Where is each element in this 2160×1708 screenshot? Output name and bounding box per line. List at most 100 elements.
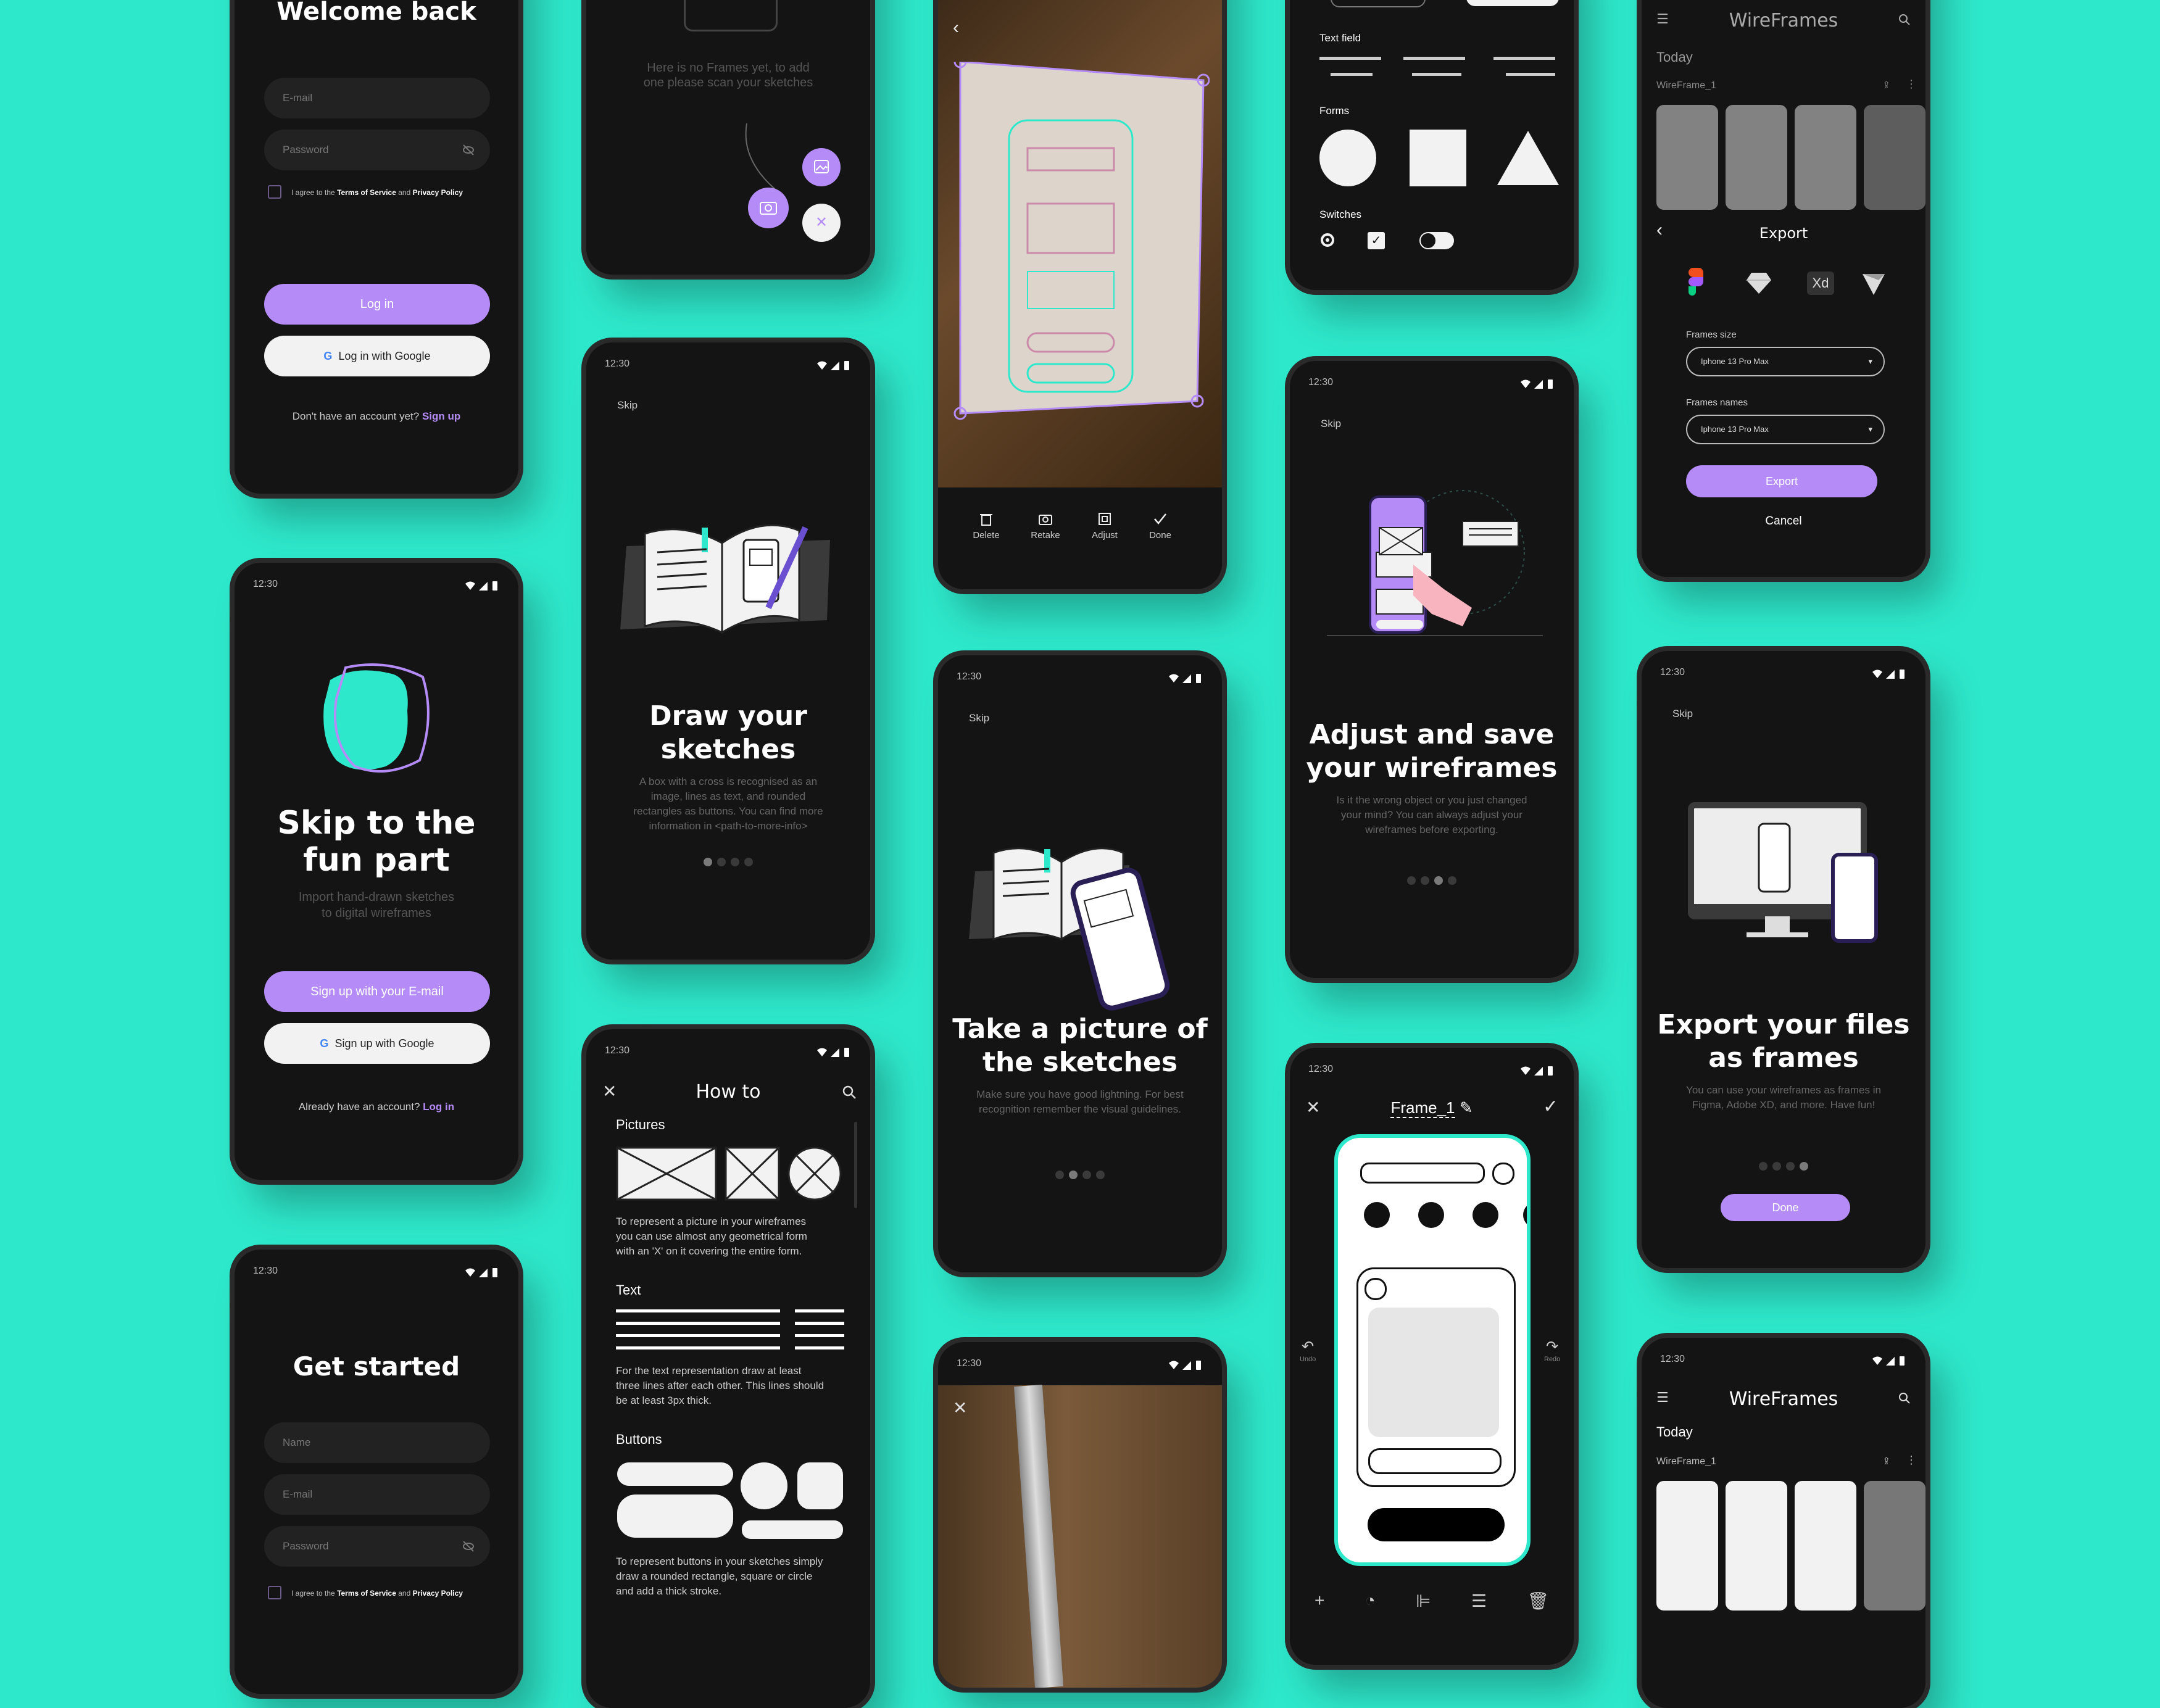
cancel-button[interactable]: Cancel xyxy=(1642,515,1925,528)
done-action[interactable]: Done xyxy=(1142,511,1179,541)
circle-shape xyxy=(1319,130,1376,186)
redo-label: Redo xyxy=(1544,1356,1561,1363)
more-icon[interactable]: ⋮ xyxy=(1906,78,1917,91)
adjust-body-3: wireframes before exporting. xyxy=(1365,824,1498,835)
canvas-card[interactable] xyxy=(1356,1267,1516,1487)
login-link[interactable]: Log in xyxy=(423,1101,454,1113)
canvas-search-bar[interactable] xyxy=(1360,1163,1485,1184)
frames-names-select[interactable]: Iphone 13 Pro Max ▾ xyxy=(1686,415,1885,444)
xd-icon[interactable]: Xd xyxy=(1807,272,1834,295)
image-icon[interactable] xyxy=(802,148,841,186)
frame-canvas[interactable] xyxy=(1334,1134,1531,1566)
signup-google-button[interactable]: G Sign up with Google xyxy=(264,1023,490,1064)
page-indicator xyxy=(586,858,870,868)
skip-button[interactable]: Skip xyxy=(1321,418,1341,430)
search-icon[interactable] xyxy=(842,1085,858,1101)
search-icon[interactable] xyxy=(1897,1391,1912,1406)
wireframe-thumb[interactable] xyxy=(1864,105,1925,210)
wireframe-thumb[interactable] xyxy=(1864,1481,1925,1611)
signup-title-2: fun part xyxy=(303,842,450,879)
figma-icon[interactable] xyxy=(1689,268,1703,296)
name-field[interactable]: Name xyxy=(264,1422,490,1463)
signup-google-label: Sign up with Google xyxy=(334,1037,434,1050)
status-time: 12:30 xyxy=(1660,667,1685,678)
invision-icon[interactable] xyxy=(1860,272,1887,296)
skip-button[interactable]: Skip xyxy=(1672,708,1693,720)
close-icon[interactable]: ✕ xyxy=(953,1398,967,1418)
sliders-icon[interactable]: ☰ xyxy=(1471,1591,1487,1615)
canvas-dot[interactable] xyxy=(1523,1202,1527,1228)
google-login-button[interactable]: G Log in with Google xyxy=(264,336,490,376)
text-example-line xyxy=(795,1334,844,1337)
eye-off-icon[interactable] xyxy=(462,143,475,157)
camera-icon[interactable] xyxy=(748,188,789,228)
password-field[interactable]: Password xyxy=(264,130,490,170)
share-icon[interactable]: ⇪ xyxy=(1882,79,1890,91)
buttons-heading: Buttons xyxy=(616,1432,662,1447)
export-button[interactable]: Export xyxy=(1686,465,1877,497)
adjust-body-1: Is it the wrong object or you just chang… xyxy=(1336,794,1527,806)
picture-body-1: Make sure you have good lightning. For b… xyxy=(976,1088,1184,1100)
empty-message: Here is no Frames yet, to add one please… xyxy=(643,61,813,89)
trash-icon[interactable]: 🗑 xyxy=(1527,1591,1549,1615)
close-icon[interactable]: ✕ xyxy=(802,204,841,242)
search-icon[interactable] xyxy=(1897,12,1912,27)
pencil-icon[interactable]: ✎ xyxy=(1460,1098,1473,1117)
frames-size-select[interactable]: Iphone 13 Pro Max ▾ xyxy=(1686,347,1885,376)
check-icon[interactable]: ✓ xyxy=(1543,1096,1558,1117)
skip-button[interactable]: Skip xyxy=(617,399,638,412)
status-icons xyxy=(1519,1065,1555,1076)
howto-scrollbar[interactable] xyxy=(854,1122,857,1208)
email-field[interactable]: E-mail xyxy=(264,1474,490,1515)
done-button[interactable]: Done xyxy=(1721,1194,1850,1221)
delete-action[interactable]: Delete xyxy=(968,511,1005,541)
wireframe-thumb[interactable] xyxy=(1726,105,1787,210)
signup-illustration xyxy=(323,663,430,773)
add-icon[interactable]: + xyxy=(1315,1591,1324,1615)
wireframe-thumb[interactable] xyxy=(1795,1481,1856,1611)
draw-body-2: image, lines as text, and rounded xyxy=(650,790,806,802)
chevron-left-icon[interactable]: ‹ xyxy=(953,17,959,38)
wireframe-thumb[interactable] xyxy=(1656,1481,1718,1611)
password-field[interactable]: Password xyxy=(264,1526,490,1567)
terms-checkbox[interactable] xyxy=(268,185,281,199)
phone-book-illustration xyxy=(969,847,1170,1011)
redo-icon: ↷ xyxy=(1546,1338,1559,1355)
adjust-illustration xyxy=(1327,490,1543,636)
skip-button[interactable]: Skip xyxy=(969,712,989,724)
wireframe-thumb[interactable] xyxy=(1726,1481,1787,1611)
canvas-avatar[interactable] xyxy=(1492,1163,1514,1185)
done-label: Done xyxy=(1149,530,1171,541)
shapes-icon[interactable]: ◔ xyxy=(1365,1591,1376,1615)
signup-email-button[interactable]: Sign up with your E-mail xyxy=(264,971,490,1012)
sketch-icon[interactable] xyxy=(1745,272,1772,295)
wireframe-thumb[interactable] xyxy=(1795,105,1856,210)
frame-name-title[interactable]: Frame_1 ✎ xyxy=(1290,1098,1574,1118)
terms-checkbox[interactable] xyxy=(268,1586,281,1599)
toggle-example[interactable] xyxy=(1419,232,1454,249)
share-icon[interactable]: ⇪ xyxy=(1882,1455,1890,1467)
signup-link[interactable]: Sign up xyxy=(422,410,460,422)
canvas-dot[interactable] xyxy=(1364,1202,1390,1228)
redo-button[interactable]: ↷ Redo xyxy=(1544,1338,1560,1363)
email-field[interactable]: E-mail xyxy=(264,78,490,118)
canvas-dot[interactable] xyxy=(1473,1202,1498,1228)
canvas-primary-button[interactable] xyxy=(1368,1508,1505,1541)
canvas-dot[interactable] xyxy=(1418,1202,1444,1228)
undo-button[interactable]: ↶ Undo xyxy=(1300,1338,1316,1363)
onboard-export-screen: 12:30 Skip Export your files as frames Y… xyxy=(1642,651,1925,1268)
retake-action[interactable]: Retake xyxy=(1027,511,1064,541)
switches-label: Switches xyxy=(1319,209,1362,220)
adjust-action[interactable]: Adjust xyxy=(1086,511,1123,541)
export-body-2: Figma, Adobe XD, and more. Have fun! xyxy=(1692,1099,1875,1111)
radio-example[interactable] xyxy=(1321,233,1334,247)
frames-size-label: Frames size xyxy=(1686,330,1737,340)
login-button[interactable]: Log in xyxy=(264,284,490,325)
status-bar: 12:30 xyxy=(1308,1064,1555,1079)
eye-off-icon[interactable] xyxy=(462,1540,475,1553)
wireframe-thumb[interactable] xyxy=(1656,105,1718,210)
align-icon[interactable]: ⊫ xyxy=(1416,1591,1431,1615)
page-indicator xyxy=(938,1171,1222,1180)
more-icon[interactable]: ⋮ xyxy=(1906,1454,1917,1467)
checkbox-example[interactable]: ✓ xyxy=(1368,232,1385,249)
